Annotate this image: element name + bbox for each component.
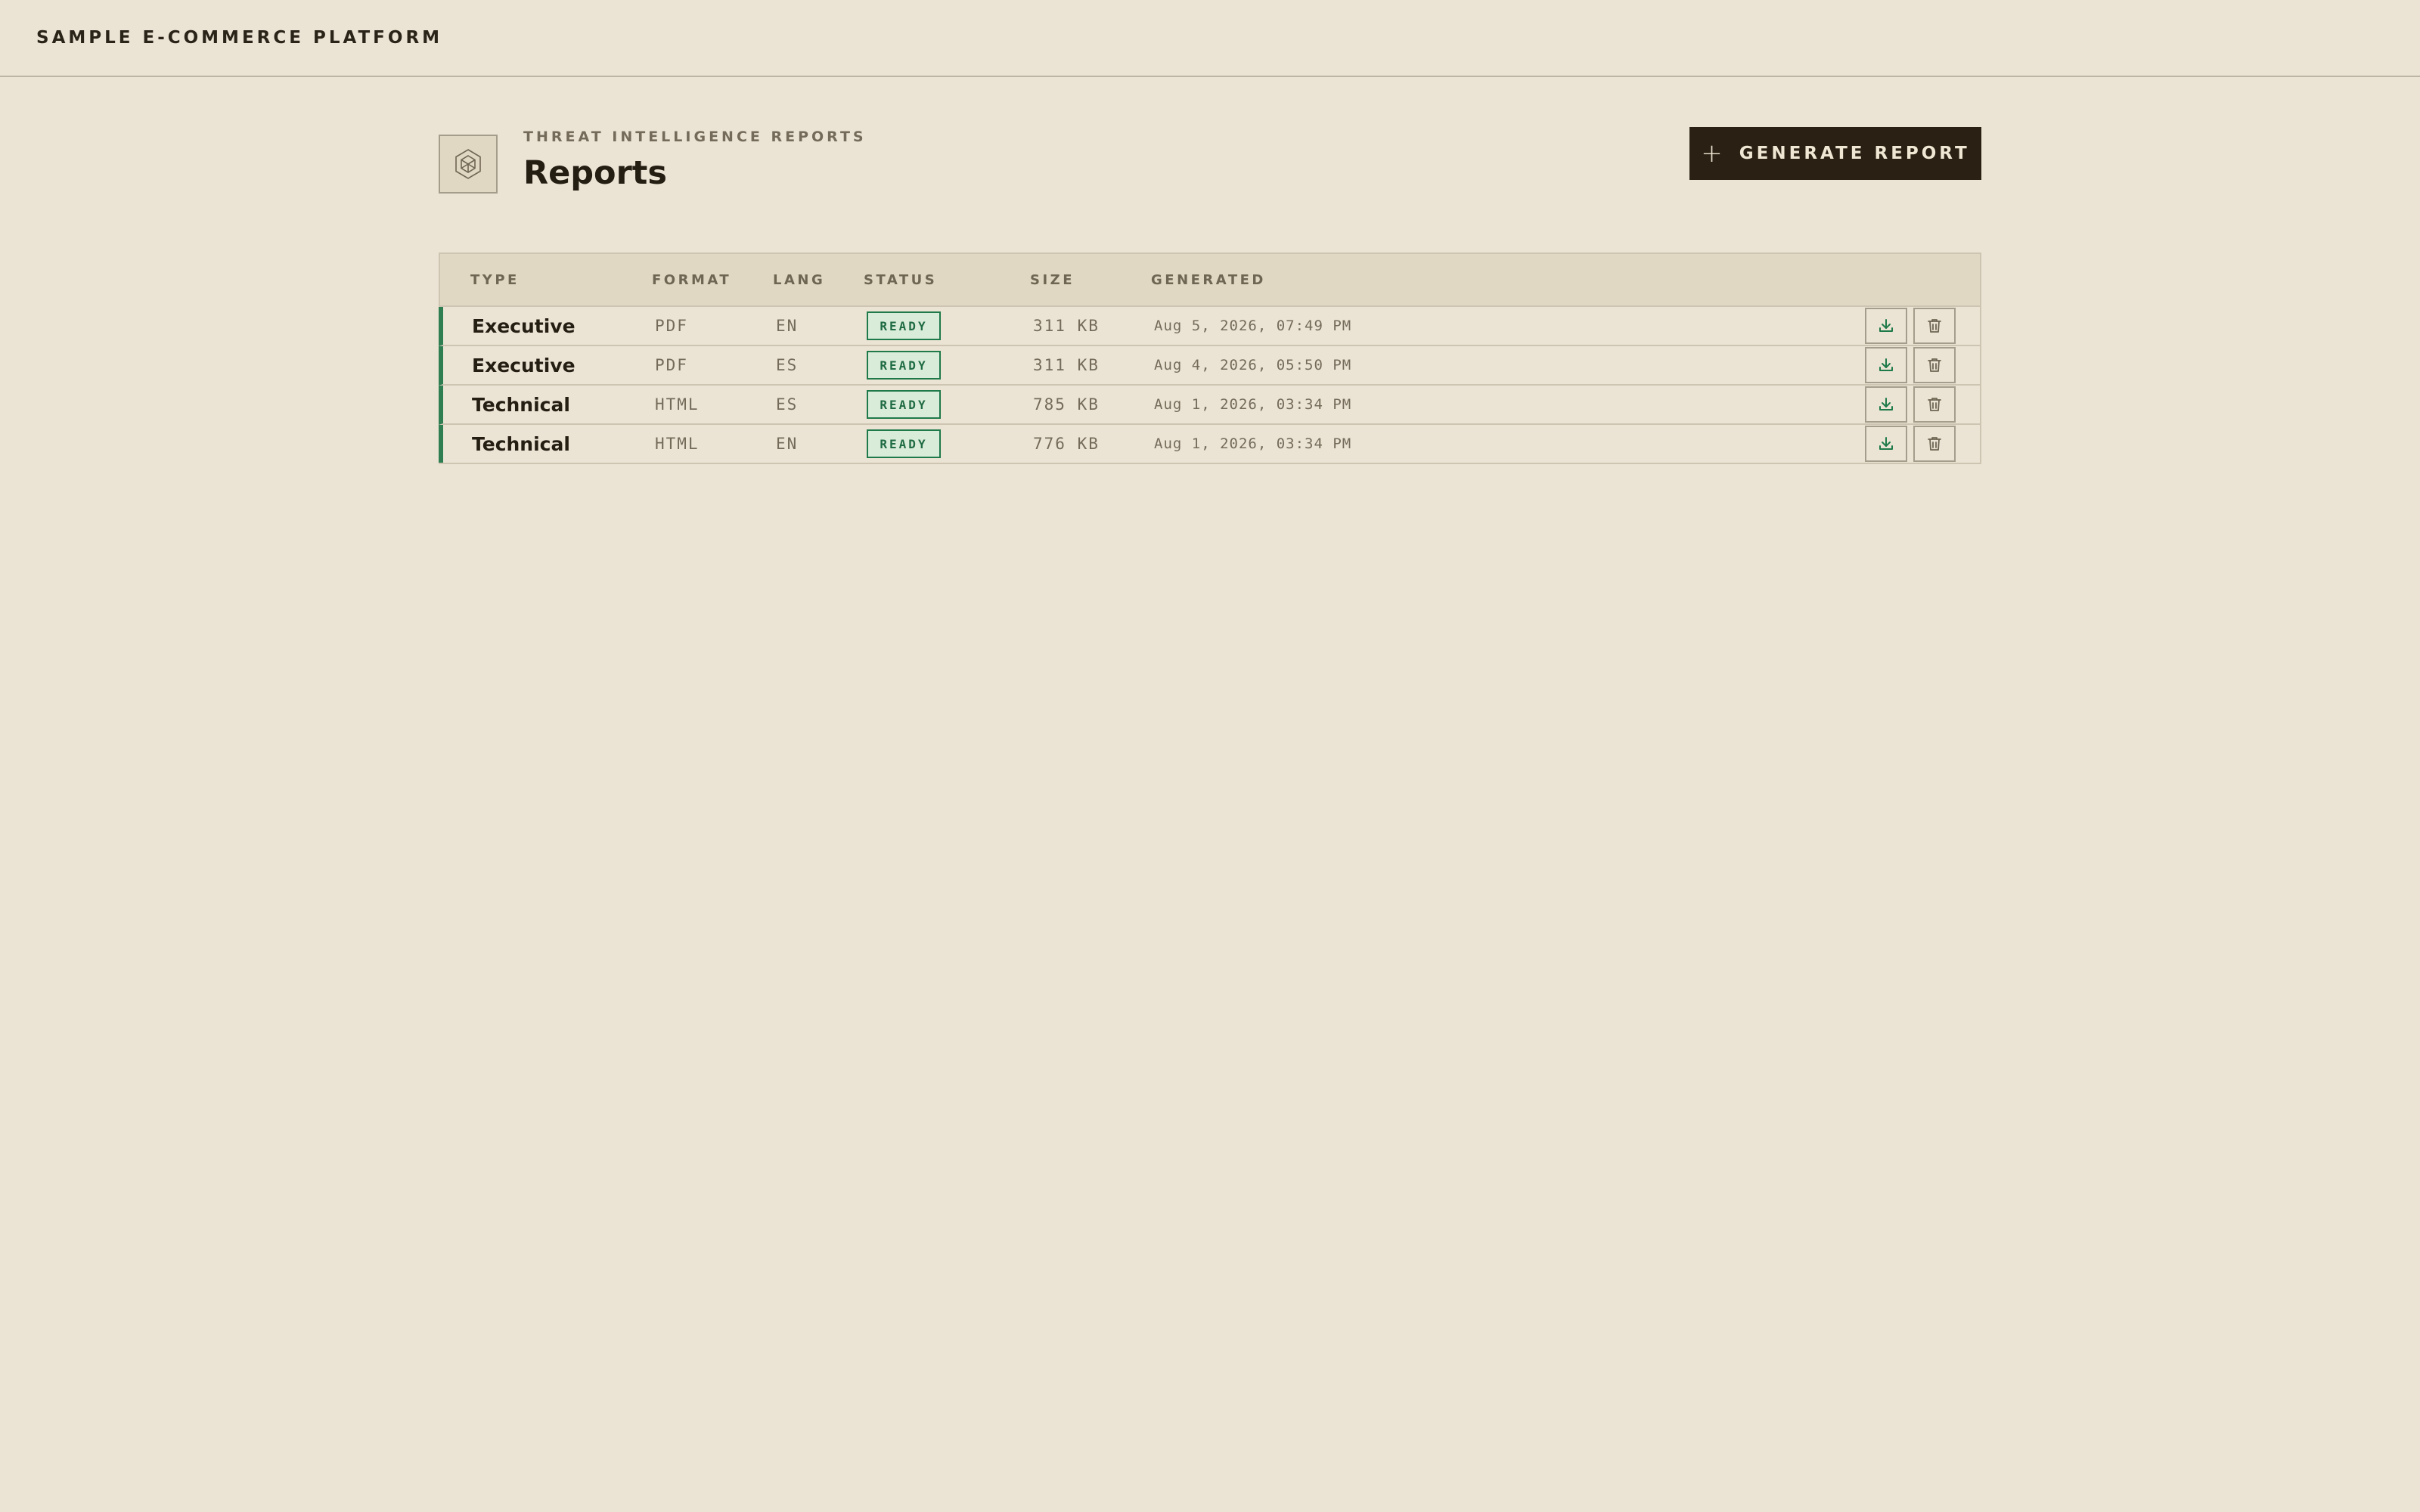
table-row: Technical HTML EN READY 776 KB Aug 1, 20… [439, 425, 1980, 463]
plus-icon: + [1701, 138, 1726, 169]
column-header-format[interactable]: FORMAT [652, 272, 773, 288]
download-icon [1879, 319, 1893, 332]
report-generated: Aug 5, 2026, 07:49 PM [1154, 318, 1352, 334]
trash-icon [1928, 437, 1941, 451]
report-format: PDF [655, 317, 688, 335]
report-type: Executive [472, 314, 576, 337]
table-row: Executive PDF EN READY 311 KB Aug 5, 202… [439, 307, 1980, 346]
brand-name: SAMPLE E-COMMERCE PLATFORM [36, 28, 443, 48]
status-badge: READY [867, 429, 941, 458]
main-content: THREAT INTELLIGENCE REPORTS Reports + GE… [439, 79, 1981, 464]
page-header: THREAT INTELLIGENCE REPORTS Reports + GE… [439, 79, 1981, 253]
report-generated: Aug 1, 2026, 03:34 PM [1154, 396, 1352, 413]
report-type: Executive [472, 354, 576, 376]
status-badge: READY [867, 390, 941, 419]
report-lang: EN [776, 435, 799, 453]
download-button[interactable] [1865, 347, 1907, 383]
report-size: 776 KB [1033, 435, 1100, 453]
trash-icon [1928, 319, 1941, 333]
download-button[interactable] [1865, 426, 1907, 462]
report-generated: Aug 4, 2026, 05:50 PM [1154, 357, 1352, 373]
column-header-size[interactable]: SIZE [1030, 272, 1151, 288]
page-eyebrow: THREAT INTELLIGENCE REPORTS [523, 129, 867, 145]
report-lang: ES [776, 356, 799, 374]
column-header-generated[interactable]: GENERATED [1151, 272, 1980, 288]
status-badge: READY [867, 311, 941, 340]
download-icon [1879, 437, 1893, 450]
download-icon [1879, 358, 1893, 371]
column-header-lang[interactable]: LANG [773, 272, 864, 288]
report-size: 311 KB [1033, 317, 1100, 335]
row-actions [1865, 425, 1956, 463]
trash-icon [1928, 398, 1941, 411]
top-bar: SAMPLE E-COMMERCE PLATFORM [0, 0, 2420, 77]
report-format: HTML [655, 395, 700, 414]
row-actions [1865, 346, 1956, 384]
generate-report-label: GENERATE REPORT [1739, 144, 1970, 163]
delete-button[interactable] [1913, 386, 1956, 423]
column-header-status[interactable]: STATUS [864, 272, 1030, 288]
status-badge: READY [867, 351, 941, 380]
row-actions [1865, 386, 1956, 423]
generate-report-button[interactable]: + GENERATE REPORT [1689, 127, 1981, 180]
page-title: Reports [523, 154, 667, 192]
column-header-type[interactable]: TYPE [440, 272, 652, 288]
report-generated: Aug 1, 2026, 03:34 PM [1154, 435, 1352, 452]
download-button[interactable] [1865, 386, 1907, 423]
row-actions [1865, 307, 1956, 345]
report-lang: EN [776, 317, 799, 335]
reports-logo [439, 135, 498, 194]
report-type: Technical [472, 393, 570, 416]
trash-icon [1928, 358, 1941, 372]
report-type: Technical [472, 432, 570, 455]
download-button[interactable] [1865, 308, 1907, 344]
delete-button[interactable] [1913, 426, 1956, 462]
report-format: PDF [655, 356, 688, 374]
table-header: TYPE FORMAT LANG STATUS SIZE GENERATED [440, 254, 1980, 307]
download-icon [1879, 398, 1893, 411]
table-row: Technical HTML ES READY 785 KB Aug 1, 20… [439, 386, 1980, 425]
hexagon-cube-icon [455, 149, 481, 179]
delete-button[interactable] [1913, 308, 1956, 344]
report-lang: ES [776, 395, 799, 414]
table-row: Executive PDF ES READY 311 KB Aug 4, 202… [439, 346, 1980, 386]
delete-button[interactable] [1913, 347, 1956, 383]
report-size: 311 KB [1033, 356, 1100, 374]
report-format: HTML [655, 435, 700, 453]
reports-table: TYPE FORMAT LANG STATUS SIZE GENERATED E… [439, 253, 1981, 464]
report-size: 785 KB [1033, 395, 1100, 414]
